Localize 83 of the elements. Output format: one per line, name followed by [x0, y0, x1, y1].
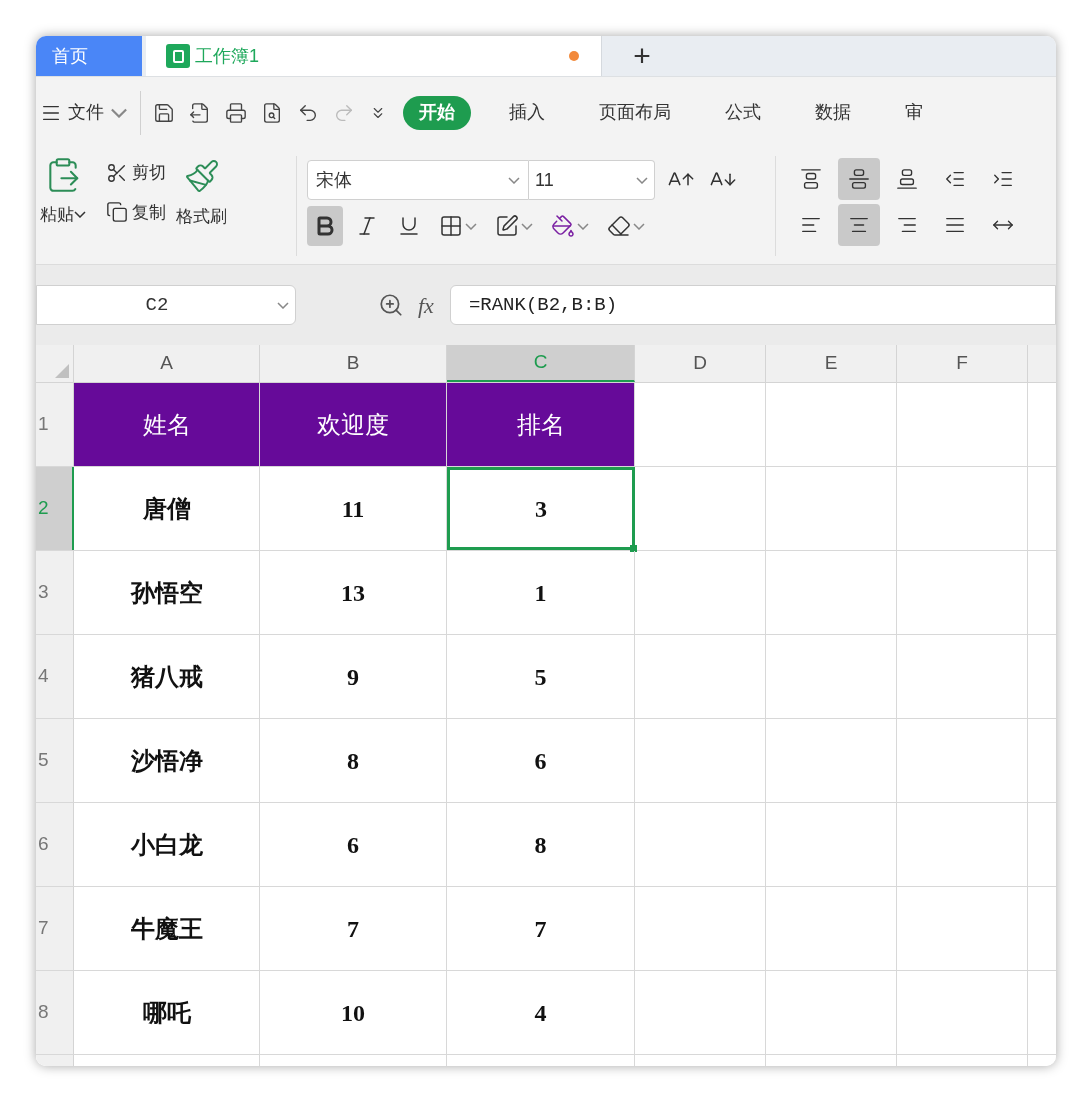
table-cell: 小白龙 [74, 803, 260, 886]
bold-button[interactable] [307, 206, 343, 246]
column-header[interactable]: A [74, 345, 260, 382]
table-cell: 哪吒 [74, 971, 260, 1054]
table-cell: 5 [447, 635, 635, 718]
row-header[interactable]: 5 [36, 719, 74, 802]
table-cell: 1 [447, 551, 635, 634]
paint-bucket-icon [551, 214, 575, 238]
new-tab-button[interactable]: + [602, 36, 682, 76]
name-box[interactable]: C2 [36, 285, 296, 325]
table-cell: 11 [260, 467, 447, 550]
font-size-field[interactable]: 11 [529, 160, 655, 200]
header-cell: 排名 [447, 383, 635, 466]
copy-icon [106, 201, 128, 224]
table-cell: 8 [447, 803, 635, 886]
table-cell: 7 [260, 887, 447, 970]
print-preview-icon[interactable] [261, 101, 283, 124]
caret-icon [277, 301, 289, 309]
table-cell: 6 [260, 803, 447, 886]
column-header[interactable]: D [635, 345, 766, 382]
table-cell: 3 [447, 467, 635, 550]
chevron-down-icon [110, 107, 128, 118]
table-cell: 13 [260, 551, 447, 634]
table-cell: 4 [447, 971, 635, 1054]
table-cell: 沙悟净 [74, 719, 260, 802]
row-header[interactable]: 3 [36, 551, 74, 634]
table-cell: 8 [260, 719, 447, 802]
align-middle-icon [848, 168, 870, 190]
header-cell: 姓名 [74, 383, 260, 466]
cell-fill-icon [495, 214, 519, 238]
column-header[interactable]: E [766, 345, 897, 382]
caret-icon [74, 211, 86, 219]
table-cell: 牛魔王 [74, 887, 260, 970]
row-header[interactable]: 4 [36, 635, 74, 718]
center-align-button[interactable] [838, 204, 880, 246]
row-header[interactable]: 7 [36, 887, 74, 970]
ribbon-tab[interactable]: 插入 [493, 95, 561, 130]
table-cell: 9 [260, 635, 447, 718]
copy-button[interactable]: 复制 [106, 199, 166, 225]
zoom-icon[interactable] [378, 292, 404, 318]
ribbon-tab[interactable]: 页面布局 [583, 95, 687, 130]
eraser-icon [607, 214, 631, 238]
underline-icon [397, 214, 421, 238]
file-menu[interactable]: 文件 [40, 99, 128, 126]
format-painter-button[interactable]: 格式刷 [176, 158, 227, 264]
caret-icon [521, 222, 533, 230]
middle-align-button[interactable] [838, 158, 880, 200]
caret-icon [508, 176, 520, 184]
font-name-field[interactable]: 宋体 [307, 160, 529, 200]
sheet-app-icon [166, 44, 190, 68]
caret-icon [465, 222, 477, 230]
row-header[interactable]: 1 [36, 383, 74, 466]
ribbon-tab[interactable]: 数据 [799, 95, 867, 130]
scissors-icon [106, 161, 128, 184]
formula-field[interactable]: =RANK(B2,B:B) [449, 285, 1056, 325]
table-cell: 孙悟空 [74, 551, 260, 634]
align-bottom-icon [896, 168, 918, 190]
row-header[interactable]: 6 [36, 803, 74, 886]
table-cell: 唐僧 [74, 467, 260, 550]
header-cell: 欢迎度 [260, 383, 447, 466]
caret-icon [636, 176, 648, 184]
table-cell: 10 [260, 971, 447, 1054]
cut-button[interactable]: 剪切 [106, 160, 166, 186]
table-cell: 6 [447, 719, 635, 802]
export-icon[interactable] [189, 101, 211, 124]
paintbrush-icon [183, 158, 220, 194]
align-top-icon [800, 168, 822, 190]
caret-icon [633, 222, 645, 230]
column-header[interactable]: F [897, 345, 1028, 382]
ribbon-tab[interactable]: 审 [889, 95, 939, 130]
home-tab[interactable]: 首页 [36, 36, 142, 76]
print-icon[interactable] [225, 101, 247, 124]
tab-title: 工作簿1 [195, 44, 259, 68]
table-cell: 猪八戒 [74, 635, 260, 718]
ribbon-tab[interactable]: 开始 [403, 95, 471, 130]
row-header[interactable]: 8 [36, 971, 74, 1054]
save-icon[interactable] [153, 101, 175, 124]
ribbon-tab[interactable]: 公式 [709, 95, 777, 130]
borders-icon [439, 214, 463, 238]
function-icon[interactable]: fx [418, 288, 434, 322]
caret-icon [577, 222, 589, 230]
table-cell: 7 [447, 887, 635, 970]
paste-button[interactable]: 粘贴 [36, 156, 94, 264]
